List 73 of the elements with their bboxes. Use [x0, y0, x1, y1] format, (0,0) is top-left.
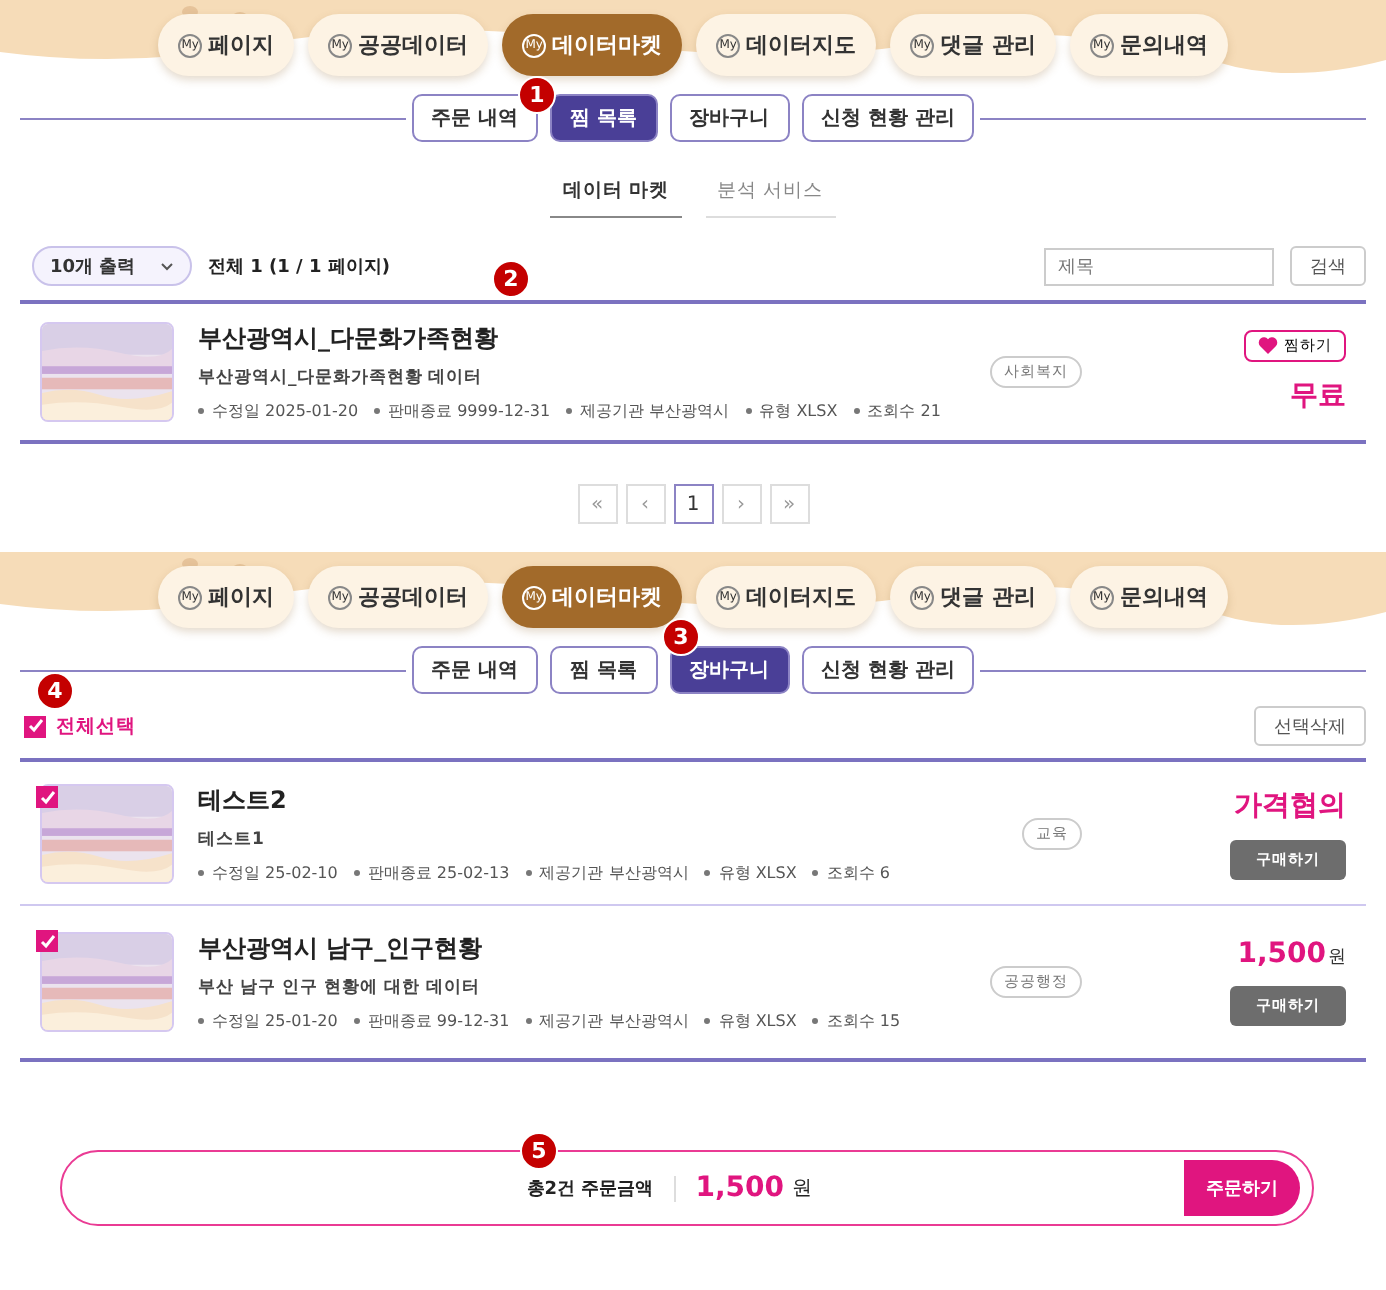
annotation-badge: 5 — [520, 1132, 558, 1170]
sub-tab[interactable]: 분석 서비스 — [705, 166, 836, 218]
bullet-icon — [812, 1018, 819, 1024]
checkmark-icon — [39, 933, 55, 949]
currency-unit: 원 — [792, 1176, 812, 1202]
tab[interactable]: 신청 현황 관리 — [801, 646, 975, 694]
bullet-icon — [812, 869, 819, 875]
bullet-icon — [853, 407, 860, 414]
tab[interactable]: 신청 현황 관리 — [801, 94, 975, 142]
annotation-badge: 4 — [36, 672, 74, 710]
meta-text: 수정일 25-01-20 — [212, 1010, 338, 1032]
price: 가격협의 — [1234, 787, 1346, 823]
annotation-badge: 3 — [662, 618, 700, 656]
bullet-icon — [566, 407, 573, 414]
item-title: 부산광역시 남구_인구현황 — [198, 932, 485, 966]
meta-text: 제공기관 부산광역시 — [539, 1010, 689, 1032]
bullet-icon — [525, 1018, 532, 1024]
price: 1,500 — [1237, 938, 1326, 970]
bullet-icon — [704, 1018, 711, 1024]
item-title: 부산광역시_다문화가족현황 — [198, 321, 500, 356]
bullet-icon — [525, 869, 532, 875]
bullet-icon — [198, 407, 204, 414]
bullet-icon — [745, 407, 752, 414]
checkmark-icon — [27, 718, 43, 734]
delete-selected-button[interactable]: 선택삭제 — [1254, 706, 1366, 746]
select-all-label: 전체선택 — [56, 713, 136, 739]
meta-text: 유형 XLSX — [718, 1010, 797, 1032]
total-count: 전체 1 (1 / 1 페이지) — [208, 255, 390, 279]
annotation-badge: 1 — [518, 76, 556, 114]
search-field[interactable]: 제목 — [1044, 247, 1274, 285]
checkmark-icon — [39, 789, 55, 805]
total-amount: 1,500 — [695, 1172, 784, 1204]
meta-text: 수정일 2025-01-20 — [212, 399, 359, 422]
price: 무료 — [1290, 377, 1346, 414]
order-button[interactable]: 주문하기 — [1184, 1160, 1300, 1216]
sub-tab[interactable]: 데이터 마켓 — [550, 166, 682, 218]
bullet-icon — [353, 1018, 360, 1024]
item-description: 테스트1 — [198, 827, 266, 851]
tab[interactable]: 찜 목록 — [550, 94, 657, 142]
meta-text: 유형 XLSX — [718, 861, 797, 883]
tab[interactable]: 장바구니 — [669, 646, 789, 694]
checkbox[interactable] — [24, 715, 46, 737]
bullet-icon — [198, 1018, 204, 1024]
meta-text: 조회수 15 — [826, 1010, 901, 1032]
item-title: 테스트2 — [198, 783, 289, 817]
meta-text: 조회수 6 — [826, 861, 890, 883]
checkbox[interactable] — [36, 930, 58, 952]
item-description: 부산 남구 인구 현황에 대한 데이터 — [198, 976, 482, 1000]
caret-icon — [160, 261, 174, 271]
heart-icon — [1258, 336, 1278, 355]
bullet-icon — [198, 869, 204, 875]
annotation-badge: 2 — [492, 260, 530, 298]
tab[interactable]: 장바구니 — [669, 94, 789, 142]
summary-label: 총2건 주문금액 — [526, 1175, 676, 1201]
meta-text: 판매종료 25-02-13 — [367, 861, 510, 883]
meta-text: 유형 XLSX — [759, 399, 838, 422]
item-description: 부산광역시_다문화가족현황 데이터 — [198, 365, 485, 390]
search-button[interactable]: 검색 — [1290, 246, 1366, 286]
meta-text: 제공기관 부산광역시 — [539, 861, 689, 883]
meta-text: 제공기관 부산광역시 — [580, 399, 730, 422]
tab[interactable]: 찜 목록 — [550, 646, 657, 694]
tab[interactable]: 주문 내역 — [411, 646, 539, 694]
meta-text: 판매종료 9999-12-31 — [388, 399, 551, 422]
bullet-icon — [704, 869, 711, 875]
bullet-icon — [353, 869, 360, 875]
meta-text: 판매종료 99-12-31 — [367, 1010, 510, 1032]
meta-text: 조회수 21 — [867, 399, 941, 422]
price-unit: 원 — [1328, 946, 1346, 970]
page-size-select[interactable]: 10개 출력 — [32, 246, 192, 286]
page-button[interactable]: 1 — [673, 484, 713, 524]
checkbox[interactable] — [36, 786, 58, 808]
bullet-icon — [374, 407, 381, 414]
meta-text: 수정일 25-02-10 — [212, 861, 338, 883]
